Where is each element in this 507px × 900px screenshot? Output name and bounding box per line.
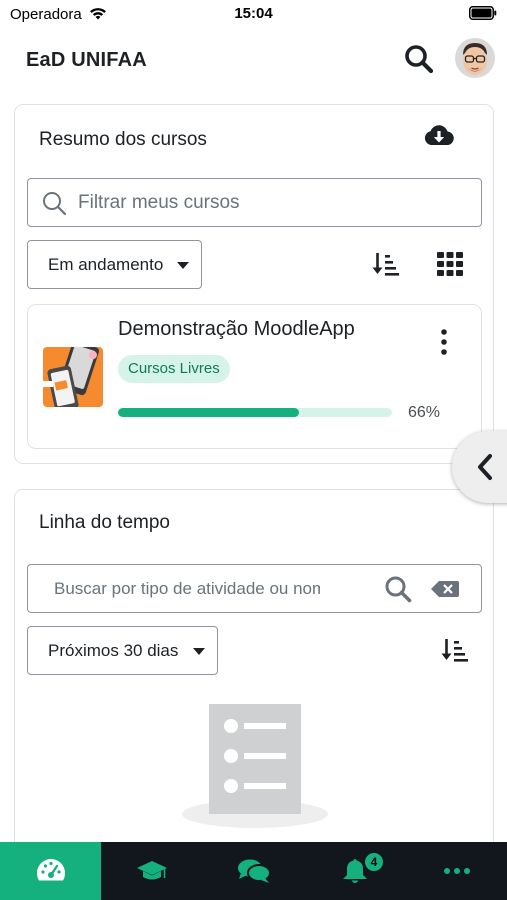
course-card[interactable]: Demonstração MoodleApp Cursos Livres 66% [27, 304, 482, 449]
timeline-period-value: Próximos 30 dias [48, 641, 179, 660]
course-status-select[interactable]: Em andamento [27, 240, 202, 289]
course-progress-bar [118, 408, 392, 417]
avatar-face-icon [455, 38, 495, 78]
course-name[interactable]: Demonstração MoodleApp [118, 318, 355, 341]
main-content[interactable]: Resumo dos cursos Filtrar meus cursos Em… [0, 92, 507, 842]
tab-dashboard[interactable] [0, 842, 101, 900]
battery-icon [469, 6, 497, 20]
avatar[interactable] [455, 38, 495, 78]
sort-icon[interactable] [441, 637, 469, 663]
search-icon [43, 192, 67, 216]
tab-my-courses[interactable] [101, 842, 202, 900]
caret-down-icon [177, 262, 189, 269]
tab-more[interactable] [406, 842, 507, 900]
more-vertical-icon[interactable] [434, 327, 454, 357]
tab-messages[interactable] [203, 842, 304, 900]
timeline-block: Linha do tempo Buscar por tipo de ativid… [14, 489, 494, 842]
grid-view-icon[interactable] [437, 252, 463, 276]
filter-courses-placeholder: Filtrar meus cursos [78, 192, 240, 213]
graduation-cap-icon [136, 861, 167, 880]
course-image [43, 347, 103, 407]
app-header: EaD UNIFAA [0, 28, 507, 92]
timeline-search-input[interactable]: Buscar por tipo de atividade ou nome [27, 564, 482, 613]
course-progress-label: 66% [408, 404, 441, 421]
cloud-download-icon[interactable] [423, 123, 455, 151]
bottom-tab-bar: 4 [0, 842, 507, 900]
empty-list-icon [182, 704, 328, 828]
site-title: EaD UNIFAA [26, 49, 147, 71]
filter-courses-input[interactable]: Filtrar meus cursos [27, 178, 482, 227]
notifications-count-badge: 4 [363, 851, 385, 873]
chat-bubbles-icon [237, 859, 271, 883]
timeline-period-select[interactable]: Próximos 30 dias [27, 626, 218, 675]
course-status-value: Em andamento [48, 255, 164, 274]
course-category-badge: Cursos Livres [118, 355, 230, 383]
more-icon [443, 868, 470, 874]
course-progress-fill [118, 408, 299, 417]
caret-down-icon [193, 648, 205, 655]
tab-notifications[interactable] [304, 842, 405, 900]
timeline-title: Linha do tempo [39, 512, 170, 533]
clock-label: 15:04 [234, 5, 273, 22]
timeline-search-placeholder: Buscar por tipo de atividade ou nome [54, 579, 320, 598]
course-overview-block: Resumo dos cursos Filtrar meus cursos Em… [14, 104, 494, 464]
course-overview-title: Resumo dos cursos [39, 129, 207, 150]
search-icon[interactable] [402, 42, 436, 76]
status-bar: Operadora 15:04 [0, 0, 507, 28]
chevron-left-icon [478, 454, 492, 480]
backspace-clear-icon[interactable] [430, 579, 460, 599]
search-icon[interactable] [383, 574, 413, 604]
sort-icon[interactable] [372, 251, 400, 277]
dashboard-icon [36, 859, 65, 881]
